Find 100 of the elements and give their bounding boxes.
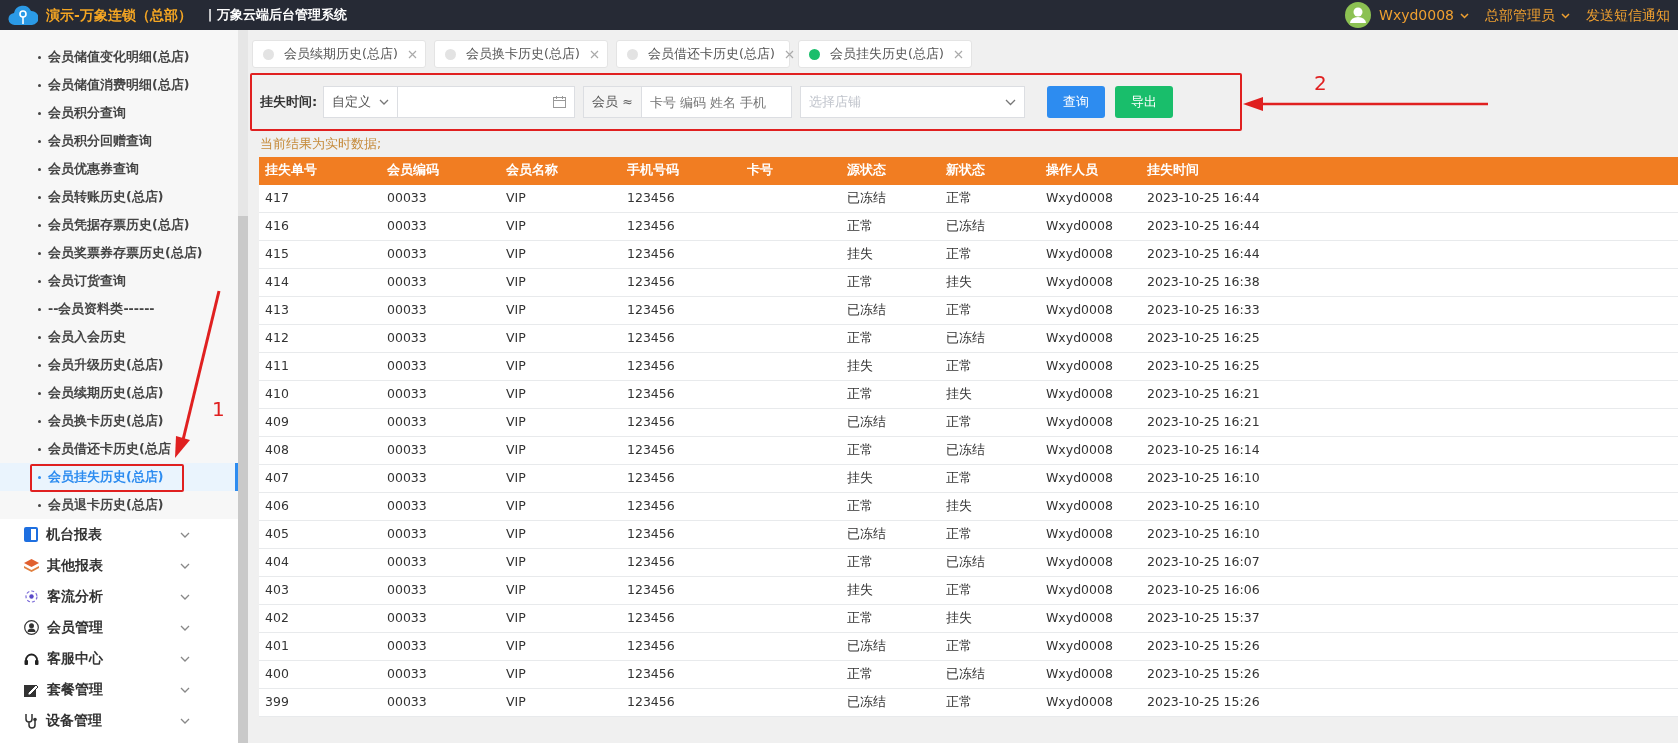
table-cell: 123456 <box>621 212 741 241</box>
menu-item[interactable]: 套餐管理 <box>0 674 238 705</box>
table-cell: 已冻结 <box>841 408 940 437</box>
submenu-item[interactable]: 会员储值消费明细(总店) <box>0 71 190 99</box>
menu-item[interactable]: 其他报表 <box>0 550 238 581</box>
submenu-item[interactable]: 会员奖票券存票历史(总店) <box>0 239 203 267</box>
table-cell: 2023-10-25 16:14 <box>1141 436 1678 465</box>
range-select[interactable]: 自定义 <box>323 86 399 118</box>
date-input[interactable] <box>398 86 576 118</box>
column-header: 新状态 <box>940 156 1040 185</box>
user-menu[interactable]: Wxyd0008 <box>1379 4 1469 26</box>
tab-label: 会员挂失历史(总店) <box>830 44 944 63</box>
table-cell: 00033 <box>381 520 500 549</box>
bullet-icon <box>38 363 41 367</box>
table-cell: Wxyd0008 <box>1040 492 1141 521</box>
menu-label: 套餐管理 <box>47 680 104 699</box>
column-header: 会员编码 <box>381 156 500 185</box>
menu-item[interactable]: 机台报表 <box>0 519 238 550</box>
column-header: 挂失时间 <box>1141 156 1678 185</box>
scrollbar[interactable] <box>238 30 248 743</box>
time-label: 挂失时间: <box>260 93 318 112</box>
table-cell: 已冻结 <box>841 632 940 661</box>
bullet-icon <box>38 447 41 451</box>
submenu-item[interactable]: 会员入会历史 <box>0 323 126 351</box>
table-cell: 正常 <box>940 352 1040 381</box>
bullet-icon <box>38 139 41 143</box>
stethoscope-icon <box>24 712 38 729</box>
table-cell: 2023-10-25 16:21 <box>1141 380 1678 409</box>
table-cell: 405 <box>259 520 381 549</box>
menu-item[interactable]: 客流分析 <box>0 581 238 612</box>
bullet-icon <box>38 391 41 395</box>
member-search-field[interactable]: 卡号 编码 姓名 手机 <box>641 86 792 118</box>
avatar-icon <box>1345 2 1372 28</box>
table-cell: VIP <box>500 464 621 493</box>
table-cell: 123456 <box>621 380 741 409</box>
submenu-item[interactable]: 会员续期历史(总店) <box>0 379 164 407</box>
table-cell: 正常 <box>940 296 1040 325</box>
edit-icon <box>24 682 39 697</box>
table-cell: 2023-10-25 16:33 <box>1141 296 1678 325</box>
submenu-item[interactable]: 会员积分回赠查询 <box>0 127 152 155</box>
chevron-down-icon <box>1460 12 1469 19</box>
table-cell: 00033 <box>381 492 500 521</box>
table-cell: Wxyd0008 <box>1040 660 1141 689</box>
table-cell: Wxyd0008 <box>1040 184 1141 213</box>
system-title: | 万象云端后台管理系统 <box>207 5 347 24</box>
submenu-item[interactable]: 会员退卡历史(总店) <box>0 491 164 519</box>
table-cell: 00033 <box>381 296 500 325</box>
table-cell: 正常 <box>841 548 940 577</box>
bullet-icon <box>38 335 41 339</box>
member-addon: 会员 ≈ <box>583 86 642 118</box>
table-cell: 00033 <box>381 380 500 409</box>
tab[interactable]: 会员换卡历史(总店) <box>434 40 608 68</box>
table-cell: 123456 <box>621 548 741 577</box>
submenu-item[interactable]: 会员积分查询 <box>0 99 126 127</box>
table-cell: 00033 <box>381 576 500 605</box>
table-cell: 挂失 <box>940 604 1040 633</box>
submenu-item[interactable]: --会员资料类------ <box>0 295 155 323</box>
submenu-item[interactable]: 会员订货查询 <box>0 267 126 295</box>
menu-item[interactable]: 设备管理 <box>0 705 238 736</box>
layers-icon <box>24 558 39 573</box>
menu-label: 其他报表 <box>47 556 104 575</box>
table-cell: 挂失 <box>940 380 1040 409</box>
table-cell: 408 <box>259 436 381 465</box>
table-cell: Wxyd0008 <box>1040 268 1141 297</box>
table-cell: 正常 <box>940 520 1040 549</box>
chevron-down-icon <box>1004 98 1016 106</box>
table-cell: 399 <box>259 688 381 717</box>
table-cell: 410 <box>259 380 381 409</box>
table-cell: 正常 <box>841 604 940 633</box>
tab[interactable]: 会员续期历史(总店) <box>252 40 426 68</box>
role-menu[interactable]: 总部管理员 <box>1485 4 1570 26</box>
submenu-item[interactable]: 会员储值变化明细(总店) <box>0 43 190 71</box>
sms-notify-link[interactable]: 发送短信通知 <box>1586 4 1670 26</box>
submenu-item[interactable]: 会员借还卡历史(总店 <box>0 435 171 463</box>
menu-item[interactable]: 客服中心 <box>0 643 238 674</box>
table-cell: 123456 <box>621 408 741 437</box>
status-dot-icon <box>445 48 456 60</box>
submenu-item[interactable]: 会员换卡历史(总店) <box>0 407 164 435</box>
table-cell: 挂失 <box>940 492 1040 521</box>
table-cell: 123456 <box>621 576 741 605</box>
table-cell: VIP <box>500 604 621 633</box>
table-cell: Wxyd0008 <box>1040 464 1141 493</box>
submenu-item[interactable]: 会员升级历史(总店) <box>0 351 164 379</box>
table-cell: 123456 <box>621 296 741 325</box>
table-cell: 2023-10-25 16:44 <box>1141 184 1678 213</box>
table-cell: 正常 <box>841 660 940 689</box>
table-cell: 415 <box>259 240 381 269</box>
table-cell: 2023-10-25 16:25 <box>1141 352 1678 381</box>
table-cell: 00033 <box>381 604 500 633</box>
menu-label: 客流分析 <box>47 587 104 606</box>
table-cell: 00033 <box>381 548 500 577</box>
table-cell: 407 <box>259 464 381 493</box>
menu-item[interactable]: 会员管理 <box>0 612 238 643</box>
tab[interactable]: 会员挂失历史(总店) <box>798 40 972 68</box>
submenu-item[interactable]: 会员优惠券查询 <box>0 155 139 183</box>
submenu-item[interactable]: 会员凭据存票历史(总店) <box>0 211 190 239</box>
table-cell: 2023-10-25 16:10 <box>1141 464 1678 493</box>
table-cell: 123456 <box>621 632 741 661</box>
submenu-item[interactable]: 会员转账历史(总店) <box>0 183 164 211</box>
table-cell: 正常 <box>841 492 940 521</box>
